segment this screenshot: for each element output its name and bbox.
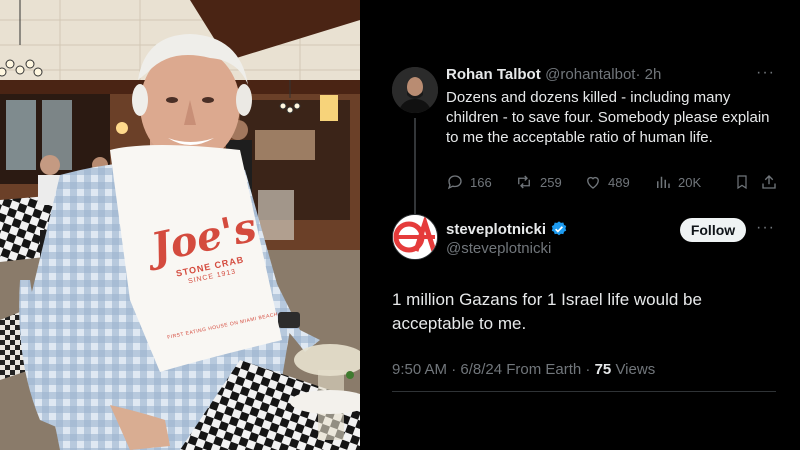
retweet-count: 259 — [540, 174, 562, 190]
main-author-avatar[interactable] — [392, 214, 438, 260]
reply-more-menu-icon[interactable]: ··· — [756, 64, 775, 82]
dca-logo-icon — [393, 215, 437, 259]
reply-author-avatar[interactable] — [392, 67, 438, 113]
share-button[interactable] — [760, 172, 784, 192]
view-count: 20K — [678, 174, 702, 190]
reply-header: Rohan Talbot @rohantalbot· 2h — [446, 66, 661, 84]
verified-badge-icon — [551, 221, 567, 236]
reply-button[interactable]: 166 — [446, 172, 492, 192]
share-icon — [762, 175, 776, 189]
main-author-name-row: steveplotnicki — [446, 220, 568, 238]
main-author-handle[interactable]: @steveplotnicki — [446, 240, 551, 257]
like-count: 489 — [608, 174, 630, 190]
divider — [392, 391, 776, 392]
tweet-panel: Rohan Talbot @rohantalbot· 2h ··· Dozens… — [360, 0, 800, 450]
bookmark-icon — [737, 175, 747, 190]
reply-time[interactable]: · 2h — [635, 66, 661, 83]
main-tweet-text: 1 million Gazans for 1 Israel life would… — [392, 290, 702, 333]
heart-icon — [587, 176, 599, 189]
like-button[interactable]: 489 — [584, 172, 630, 192]
main-more-menu-icon[interactable]: ··· — [756, 219, 775, 237]
reply-author-name[interactable]: Rohan Talbot — [446, 66, 541, 83]
retweet-icon — [518, 175, 530, 189]
reply-tweet-text: Dozens and dozens killed - including man… — [446, 89, 770, 146]
tweet-timestamp[interactable]: 9:50 AM · 6/8/24 From Earth · — [392, 361, 595, 378]
avatar-portrait-icon — [392, 67, 438, 113]
main-author-name[interactable]: steveplotnicki — [446, 221, 546, 238]
thread-connector-line — [414, 118, 416, 214]
tweet-meta: 9:50 AM · 6/8/24 From Earth · 75 Views — [392, 361, 655, 378]
follow-button[interactable]: Follow — [680, 218, 746, 242]
bib-tagline: FIRST EATING HOUSE ON MIAMI BEACH — [166, 311, 279, 341]
tweet-views-label: Views — [611, 361, 656, 378]
comment-icon — [447, 175, 462, 190]
reply-action-bar: 166 259 489 20K — [446, 172, 776, 192]
views-button[interactable]: 20K — [654, 172, 701, 192]
bookmark-button[interactable] — [734, 172, 756, 192]
reply-author-handle[interactable]: @rohantalbot — [545, 66, 635, 83]
tweet-view-count: 75 — [594, 361, 612, 378]
reply-count: 166 — [470, 174, 492, 190]
tweet-attached-photo[interactable]: Joe's STONE CRAB SINCE 1913 FIRST EATING… — [0, 0, 360, 450]
analytics-icon — [657, 176, 670, 188]
retweet-button[interactable]: 259 — [514, 172, 562, 192]
